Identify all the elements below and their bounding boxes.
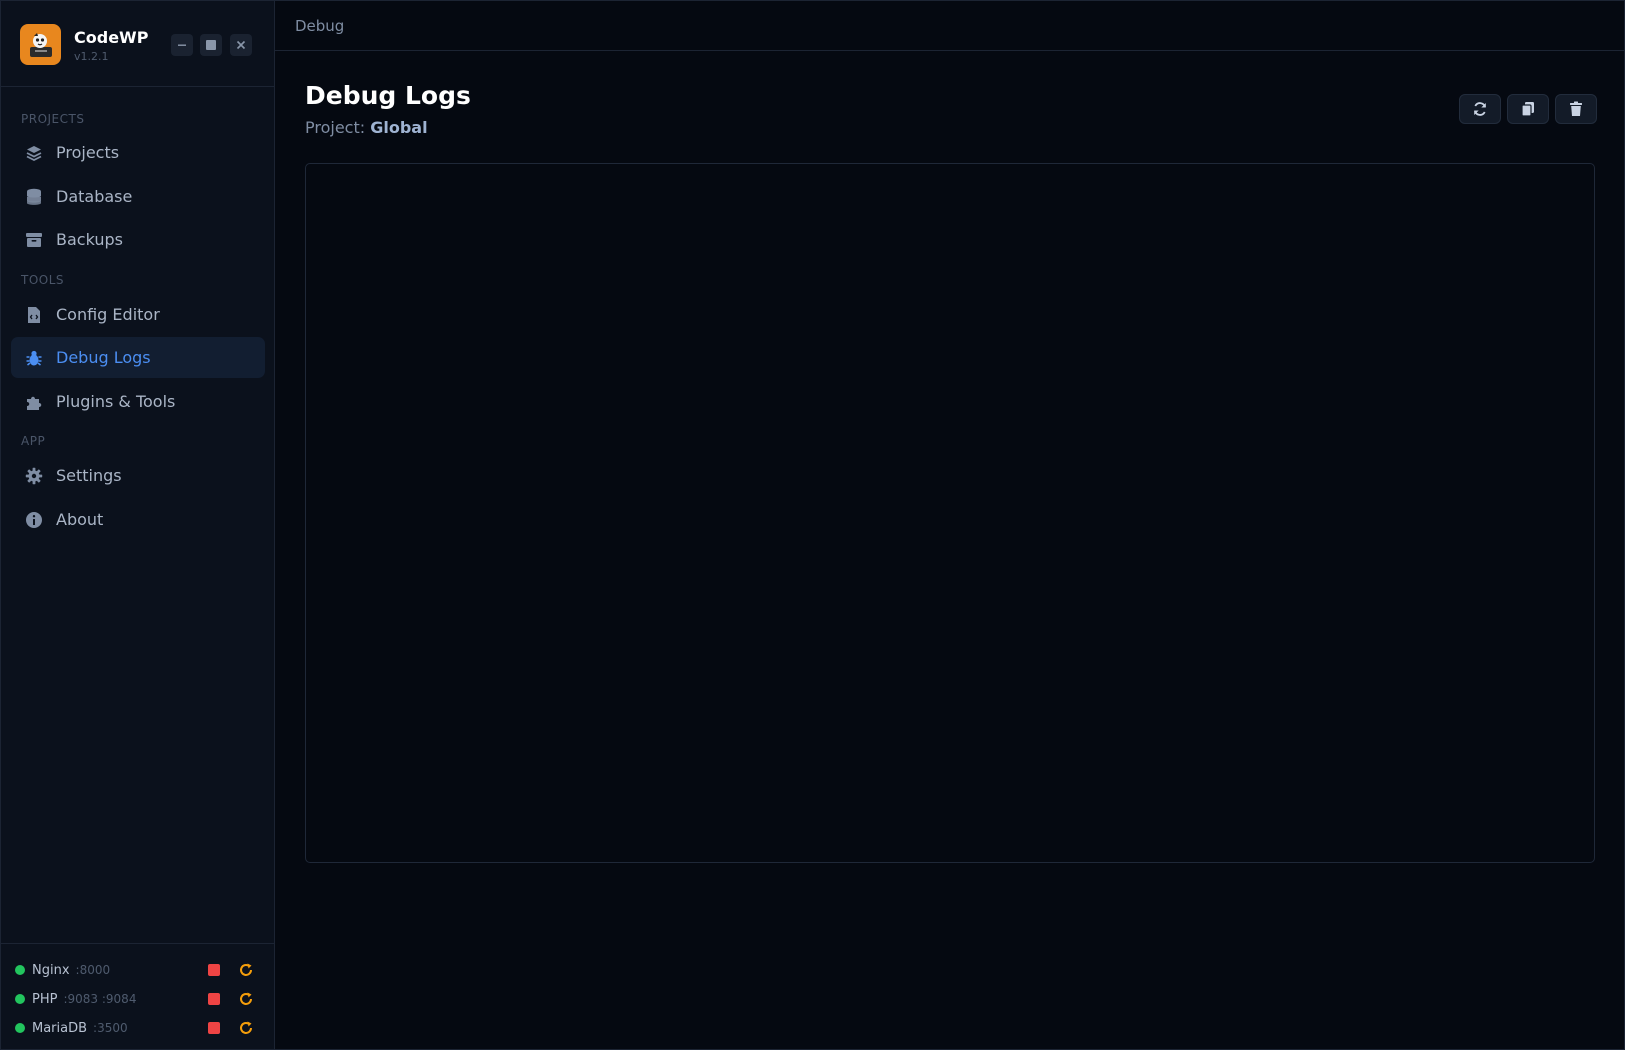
database-icon: [25, 188, 43, 206]
status-dot: [15, 1023, 25, 1033]
sidebar-item-label: Projects: [56, 143, 120, 162]
page-title: Debug Logs: [305, 81, 471, 110]
gear-icon: [25, 467, 43, 485]
sidebar-item-about[interactable]: About: [11, 499, 265, 540]
stop-button[interactable]: [208, 964, 220, 976]
service-port: :8000: [75, 963, 111, 977]
service-row-mariadb: MariaDB :3500: [15, 1018, 265, 1038]
app-name: CodeWP: [74, 28, 149, 47]
sidebar-item-plugins-tools[interactable]: Plugins & Tools: [11, 381, 265, 422]
puzzle-icon: [25, 393, 43, 411]
sidebar-item-settings[interactable]: Settings: [11, 455, 265, 496]
status-dot: [15, 994, 25, 1004]
brand-header: CodeWP v1.2.1: [1, 1, 274, 87]
sidebar: CodeWP v1.2.1 PROJECTS Projects Database…: [1, 1, 275, 1049]
sidebar-item-label: Database: [56, 187, 133, 206]
info-icon: [25, 511, 43, 529]
sidebar-item-label: Backups: [56, 230, 123, 249]
sidebar-item-label: Debug Logs: [56, 348, 151, 367]
layers-icon: [25, 144, 43, 162]
breadcrumb: Debug: [295, 17, 345, 35]
service-port: :3500: [93, 1021, 128, 1035]
file-code-icon: [25, 306, 43, 324]
restart-button[interactable]: [237, 1018, 255, 1038]
minimize-button[interactable]: [171, 34, 193, 56]
sidebar-item-projects[interactable]: Projects: [11, 132, 265, 173]
copy-button[interactable]: [1507, 94, 1549, 124]
service-port: :9083 :9084: [63, 992, 137, 1006]
main-content: Debug Debug Logs Project: Global: [275, 1, 1624, 1049]
maximize-icon: [206, 40, 216, 50]
delete-button[interactable]: [1555, 94, 1597, 124]
close-button[interactable]: [230, 34, 252, 56]
sidebar-item-label: Plugins & Tools: [56, 392, 176, 411]
sidebar-item-database[interactable]: Database: [11, 176, 265, 217]
minimize-icon: [178, 44, 186, 46]
section-label-app: APP: [21, 434, 46, 448]
sidebar-item-debug-logs[interactable]: Debug Logs: [11, 337, 265, 378]
service-name: MariaDB: [32, 1020, 88, 1036]
status-dot: [15, 965, 25, 975]
close-icon: [236, 40, 246, 50]
sidebar-item-label: Settings: [56, 466, 122, 485]
trash-icon: [1570, 101, 1582, 116]
app-logo: [20, 24, 61, 65]
service-row-php: PHP :9083 :9084: [15, 989, 265, 1009]
service-name: Nginx: [32, 962, 70, 978]
page-subtitle: Project: Global: [305, 118, 428, 137]
maximize-button[interactable]: [200, 34, 222, 56]
restart-icon: [240, 963, 252, 976]
refresh-button[interactable]: [1459, 94, 1501, 124]
project-name: Global: [370, 118, 428, 137]
copy-icon: [1521, 102, 1534, 117]
project-label: Project:: [305, 118, 366, 137]
top-bar: Debug: [275, 1, 1624, 51]
section-label-tools: TOOLS: [21, 273, 65, 287]
service-row-nginx: Nginx :8000: [15, 960, 265, 980]
stop-button[interactable]: [208, 993, 220, 1005]
stop-button[interactable]: [208, 1022, 220, 1034]
restart-button[interactable]: [237, 960, 255, 980]
archive-icon: [25, 231, 43, 249]
restart-icon: [240, 1021, 252, 1034]
service-name: PHP: [32, 991, 58, 1007]
app-window: CodeWP v1.2.1 PROJECTS Projects Database…: [0, 0, 1625, 1050]
sidebar-item-label: Config Editor: [56, 305, 160, 324]
log-output-panel[interactable]: [305, 163, 1595, 863]
sidebar-item-label: About: [56, 510, 104, 529]
section-label-projects: PROJECTS: [21, 112, 85, 126]
restart-button[interactable]: [237, 989, 255, 1009]
sidebar-item-config-editor[interactable]: Config Editor: [11, 294, 265, 335]
services-panel: Nginx :8000 PHP :9083 :9084 MariaDB :350…: [1, 943, 274, 1049]
sidebar-item-backups[interactable]: Backups: [11, 219, 265, 260]
refresh-icon: [1474, 102, 1486, 116]
app-version: v1.2.1: [74, 50, 109, 63]
restart-icon: [240, 992, 252, 1005]
logo-icon: [29, 32, 52, 57]
bug-icon: [25, 349, 43, 367]
